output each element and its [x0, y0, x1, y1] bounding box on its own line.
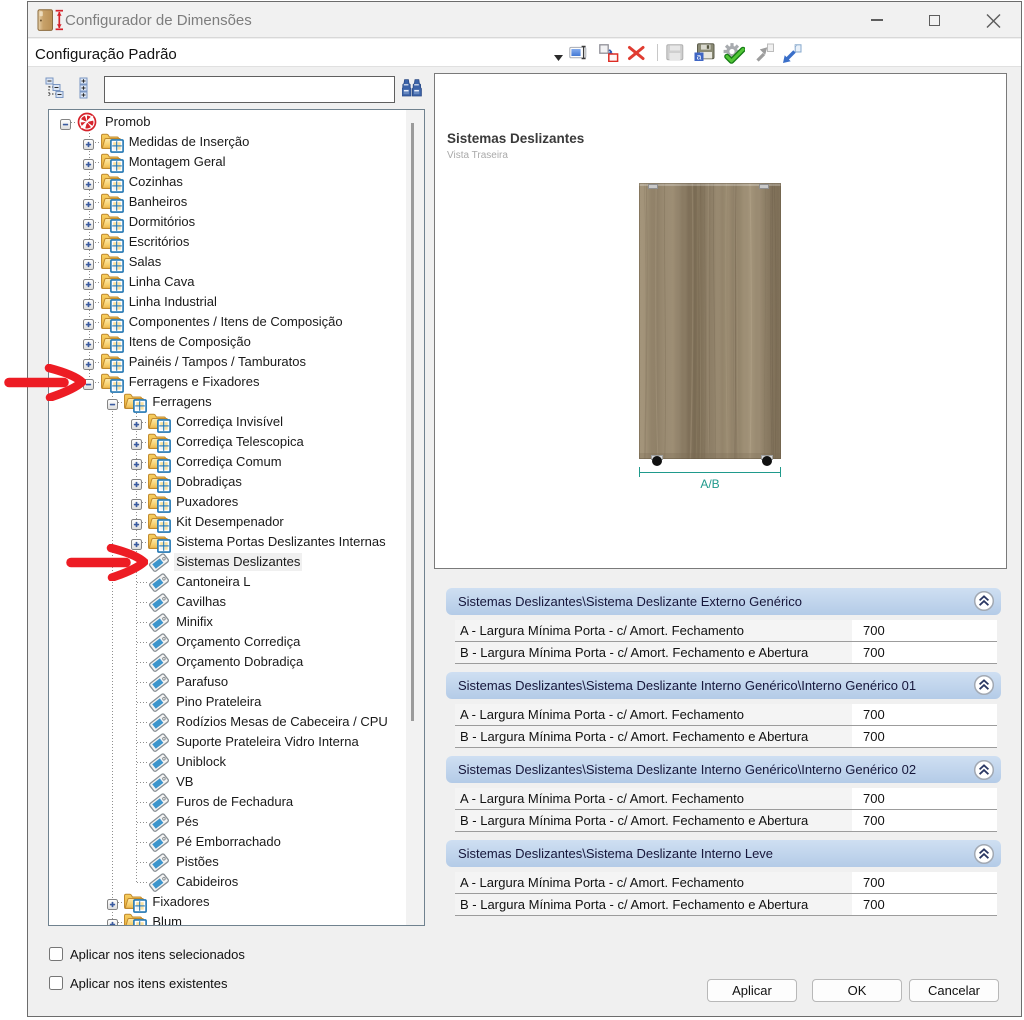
svg-text:a: a	[697, 52, 702, 62]
